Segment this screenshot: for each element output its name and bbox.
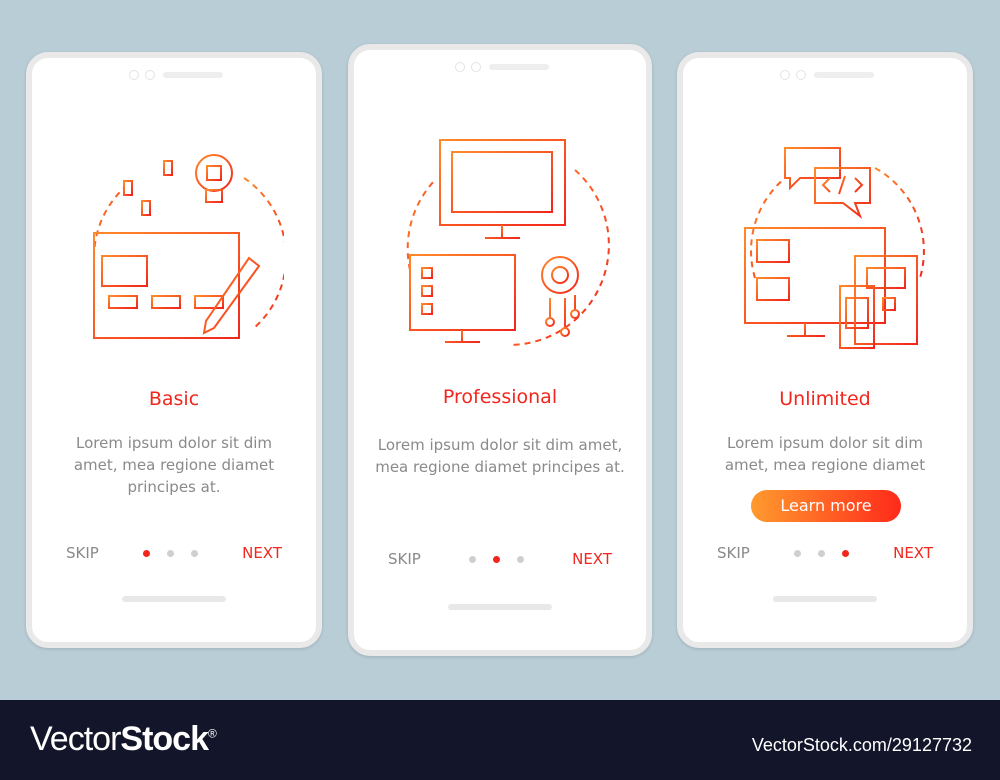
- next-button[interactable]: NEXT: [572, 550, 612, 568]
- phone-speaker: [770, 70, 880, 80]
- home-indicator: [773, 596, 877, 602]
- page-indicator: [142, 549, 198, 557]
- onboarding-screen-basic: Basic Lorem ipsum dolor sit dim amet, me…: [26, 52, 322, 648]
- home-indicator: [448, 604, 552, 610]
- footer-bar: VectorStock® VectorStock.com/29127732: [0, 700, 1000, 780]
- screen-description: Lorem ipsum dolor sit dim amet, mea regi…: [375, 436, 625, 476]
- page-indicator: [468, 555, 524, 563]
- screen-description: Lorem ipsum dolor sit dim amet, mea regi…: [724, 434, 926, 474]
- next-button[interactable]: NEXT: [242, 544, 282, 562]
- screen-title: Basic: [148, 388, 200, 410]
- onboarding-screen-professional: Professional Lorem ipsum dolor sit dim a…: [348, 44, 652, 656]
- onboarding-screen-unlimited: Unlimited Lorem ipsum dolor sit dim amet…: [677, 52, 973, 648]
- responsive-devices-icon: [744, 147, 925, 349]
- next-button[interactable]: NEXT: [893, 544, 933, 562]
- screen-title: Professional: [442, 386, 558, 408]
- skip-button[interactable]: SKIP: [717, 544, 750, 562]
- phone-speaker: [119, 70, 229, 80]
- web-design-icon: [92, 154, 284, 339]
- page-indicator: [793, 549, 849, 557]
- vectorstock-logo: VectorStock®: [30, 720, 217, 758]
- screen-description: Lorem ipsum dolor sit dim amet, mea regi…: [73, 434, 275, 496]
- home-indicator: [122, 596, 226, 602]
- image-url: VectorStock.com/29127732: [751, 735, 972, 755]
- skip-button[interactable]: SKIP: [388, 550, 421, 568]
- learn-more-button[interactable]: Learn more: [751, 490, 901, 522]
- screen-title: Unlimited: [779, 388, 871, 410]
- phone-speaker: [445, 62, 555, 72]
- skip-button[interactable]: SKIP: [66, 544, 99, 562]
- programming-computers-icon: [406, 139, 610, 346]
